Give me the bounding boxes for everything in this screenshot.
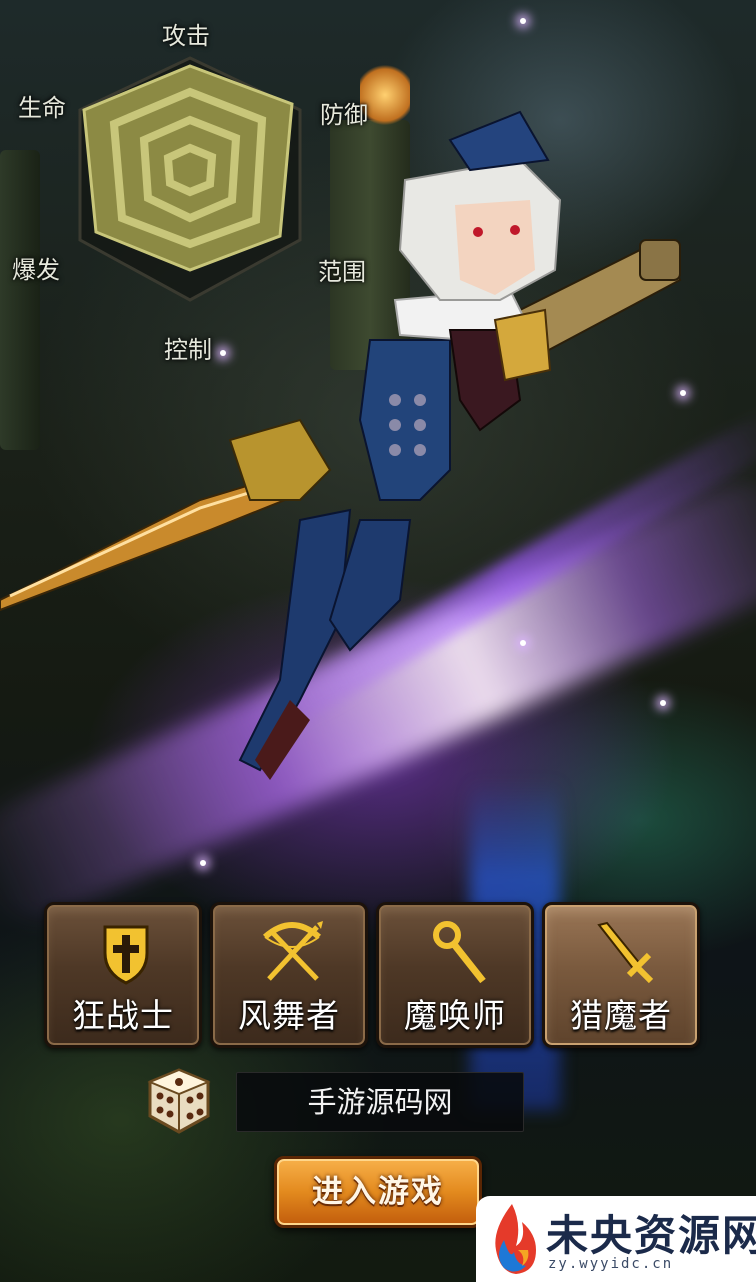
sparkle-effect <box>520 18 526 24</box>
crossbow-icon <box>263 921 323 981</box>
flame-logo-icon <box>495 1204 536 1274</box>
stat-label-control: 控制 <box>164 336 212 364</box>
class-button-berserker[interactable]: 狂战士 <box>44 902 202 1048</box>
enter-game-label: 进入游戏 <box>312 1174 444 1210</box>
class-stats-radar: 攻击 防御 范围 控制 爆发 生命 <box>0 0 380 370</box>
sword-icon <box>597 921 654 984</box>
sparkle-effect <box>520 640 526 646</box>
class-label: 猎魔者 <box>570 996 672 1035</box>
stat-label-life: 生命 <box>18 94 66 122</box>
stat-label-range: 范围 <box>318 258 366 286</box>
sparkle-effect <box>200 860 206 866</box>
enter-game-button[interactable]: 进入游戏 <box>274 1156 482 1228</box>
shield-cross-icon <box>103 925 149 985</box>
class-button-wind-dancer[interactable]: 风舞者 <box>210 902 368 1048</box>
class-label: 狂战士 <box>72 996 174 1035</box>
class-label: 风舞者 <box>238 996 340 1035</box>
class-button-summoner[interactable]: 魔唤师 <box>376 902 534 1048</box>
sparkle-effect <box>680 390 686 396</box>
stat-label-burst: 爆发 <box>12 256 60 284</box>
watermark-url: zy.wyyidc.cn <box>548 1256 674 1272</box>
dice-icon[interactable] <box>146 1066 212 1136</box>
stat-label-attack: 攻击 <box>162 22 210 50</box>
staff-icon <box>433 921 486 984</box>
site-watermark: 未央资源网 zy.wyyidc.cn <box>476 1196 756 1282</box>
watermark-title: 未央资源网 <box>546 1211 756 1260</box>
radar-hexagon-graphic <box>78 56 302 302</box>
sparkle-effect <box>660 700 666 706</box>
class-button-demon-hunter[interactable]: 猎魔者 <box>542 902 700 1048</box>
stat-label-defense: 防御 <box>320 101 368 129</box>
class-label: 魔唤师 <box>404 996 506 1035</box>
character-name-input[interactable] <box>236 1072 524 1132</box>
class-selection-row: 狂战士 风舞者 魔唤师 猎魔者 <box>44 902 704 1050</box>
